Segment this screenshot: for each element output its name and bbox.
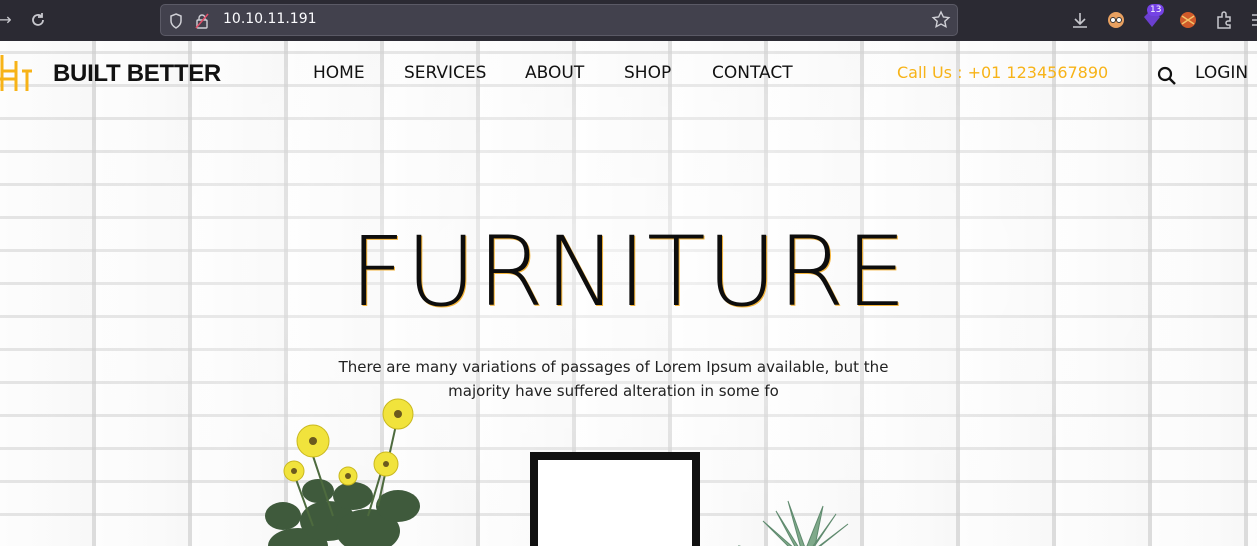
search-icon[interactable] <box>1156 65 1178 87</box>
extension-icon[interactable] <box>1105 9 1127 31</box>
brand-name[interactable]: BUILT BETTER <box>53 60 221 88</box>
call-us-link[interactable]: Call Us : +01 1234567890 <box>897 63 1108 82</box>
flower-plant-image <box>265 398 420 546</box>
hero-title: FURNITURE <box>349 216 908 328</box>
site-header: BUILT BETTER HOME SERVICES ABOUT SHOP CO… <box>0 41 1257 107</box>
web-page: BUILT BETTER HOME SERVICES ABOUT SHOP CO… <box>0 41 1257 546</box>
nav-about[interactable]: ABOUT <box>525 63 584 83</box>
picture-frame-image <box>530 452 700 546</box>
browser-toolbar: → 10.10.11.191 13 <box>0 0 1257 41</box>
forward-icon[interactable]: → <box>0 9 16 31</box>
lock-icon[interactable] <box>195 13 209 29</box>
star-icon[interactable] <box>931 10 951 30</box>
extension-badge: 13 <box>1147 4 1165 16</box>
nav-shop[interactable]: SHOP <box>624 63 671 83</box>
reload-icon[interactable] <box>27 9 49 31</box>
login-link[interactable]: LOGIN <box>1195 63 1248 83</box>
chair-logo-icon[interactable] <box>0 51 34 95</box>
download-icon[interactable] <box>1069 9 1091 31</box>
nav-home[interactable]: HOME <box>313 63 365 83</box>
nav-services[interactable]: SERVICES <box>404 63 486 83</box>
menu-icon[interactable] <box>1248 9 1257 31</box>
url-text[interactable]: 10.10.11.191 <box>223 11 317 27</box>
succulent-plant-image <box>738 500 849 546</box>
puzzle-icon[interactable] <box>1213 9 1235 31</box>
nav-contact[interactable]: CONTACT <box>712 63 793 83</box>
shield-icon[interactable] <box>169 13 183 29</box>
extension-icon[interactable] <box>1177 9 1199 31</box>
address-bar[interactable]: 10.10.11.191 <box>160 4 958 36</box>
